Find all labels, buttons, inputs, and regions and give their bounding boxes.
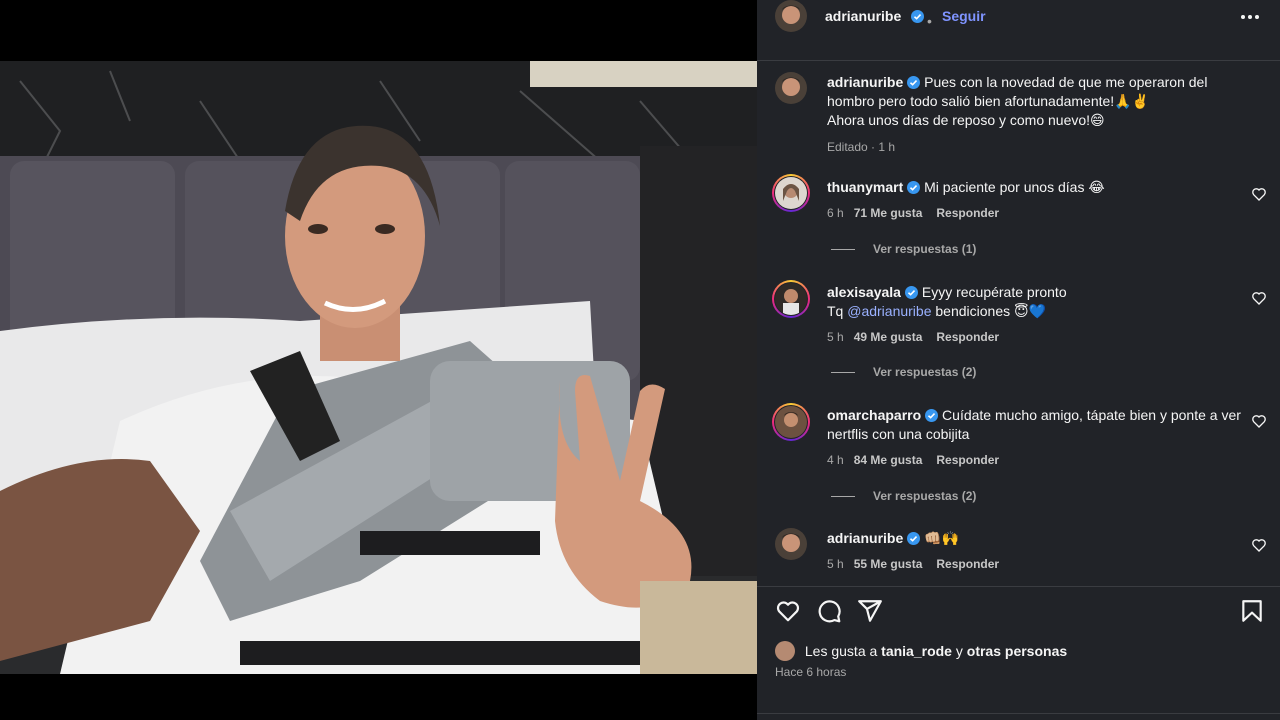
reply-button[interactable]: Responder	[936, 330, 999, 344]
comment-text: Mi paciente por unos días 😂	[924, 179, 1105, 195]
reply-divider	[831, 249, 855, 251]
comment-text: Eyyy recupérate pronto	[921, 284, 1067, 300]
verified-icon	[904, 286, 918, 299]
caption-avatar[interactable]	[775, 72, 807, 104]
reply-button[interactable]: Responder	[936, 206, 999, 220]
comment-age: 4 h	[827, 453, 844, 467]
comment-age: 5 h	[827, 557, 844, 571]
view-replies-label: Ver respuestas (1)	[873, 242, 977, 256]
liker-avatar	[775, 641, 795, 661]
post-media[interactable]	[0, 0, 757, 720]
add-comment-area[interactable]	[757, 713, 1280, 720]
share-icon[interactable]	[857, 598, 883, 624]
reply-divider	[831, 372, 855, 374]
verified-icon	[911, 10, 924, 23]
comment-like-count[interactable]: 84 Me gusta	[854, 453, 923, 467]
comment-item: thuanymart Mi paciente por unos días 😂 6…	[827, 178, 1247, 223]
comment-item: omarchaparro Cuídate mucho amigo, tápate…	[827, 406, 1247, 470]
comment-heart-icon[interactable]	[1251, 290, 1267, 306]
comment-text: 👊🏼🙌	[924, 530, 960, 546]
post-detail-panel: adrianuribe • Seguir adrianuribe Pues co…	[757, 0, 1280, 720]
comment-username[interactable]: adrianuribe	[827, 530, 903, 546]
caption-meta: Editado · 1 h	[827, 140, 896, 154]
comment-meta: 6 h 71 Me gusta Responder	[827, 204, 1247, 223]
comment-age: 6 h	[827, 206, 844, 220]
post-header: adrianuribe • Seguir	[757, 0, 1280, 61]
comment-meta: 4 h 84 Me gusta Responder	[827, 451, 1247, 470]
reply-divider	[831, 496, 855, 498]
more-options-icon[interactable]	[1235, 4, 1265, 30]
comment-icon[interactable]	[816, 598, 842, 624]
comment-meta: 5 h 55 Me gusta Responder	[827, 555, 1247, 574]
likes-summary[interactable]: Les gusta a tania_rode y otras personas	[775, 641, 1067, 661]
likes-joiner: y	[955, 643, 963, 659]
comment-like-count[interactable]: 71 Me gusta	[854, 206, 923, 220]
comment-heart-icon[interactable]	[1251, 413, 1267, 429]
post-caption: adrianuribe Pues con la novedad de que m…	[827, 73, 1247, 157]
verified-icon	[907, 181, 921, 194]
mention-link[interactable]: @adrianuribe	[847, 303, 931, 319]
caption-line-2: Ahora unos días de reposo y como nuevo!😄	[827, 112, 1105, 128]
bookmark-icon[interactable]	[1239, 598, 1265, 624]
view-replies-button[interactable]: Ver respuestas (2)	[831, 365, 976, 379]
view-replies-label: Ver respuestas (2)	[873, 365, 977, 379]
likes-prefix: Les gusta a	[804, 643, 878, 659]
comment-meta: 5 h 49 Me gusta Responder	[827, 328, 1247, 347]
comment-item: adrianuribe 👊🏼🙌 5 h 55 Me gusta Responder	[827, 529, 1247, 574]
follow-button[interactable]: Seguir	[942, 8, 986, 24]
comment-username[interactable]: alexisayala	[827, 284, 901, 300]
view-replies-button[interactable]: Ver respuestas (1)	[831, 242, 976, 256]
verified-icon	[907, 76, 921, 89]
comment-avatar[interactable]	[775, 528, 807, 560]
header-separator: •	[927, 13, 932, 29]
author-avatar[interactable]	[775, 0, 807, 32]
author-username[interactable]: adrianuribe	[825, 8, 901, 24]
view-replies-label: Ver respuestas (2)	[873, 489, 977, 503]
comment-username[interactable]: omarchaparro	[827, 407, 921, 423]
comment-avatar[interactable]	[772, 280, 810, 318]
caption-username[interactable]: adrianuribe	[827, 74, 903, 90]
post-actions: Les gusta a tania_rode y otras personas …	[757, 586, 1280, 720]
comment-like-count[interactable]: 55 Me gusta	[854, 557, 923, 571]
view-replies-button[interactable]: Ver respuestas (2)	[831, 489, 976, 503]
reply-button[interactable]: Responder	[936, 557, 999, 571]
heart-icon[interactable]	[775, 598, 801, 624]
comment-username[interactable]: thuanymart	[827, 179, 903, 195]
post-time: Hace 6 horas	[775, 665, 847, 679]
liker-username[interactable]: tania_rode	[881, 643, 952, 659]
comment-like-count[interactable]: 49 Me gusta	[854, 330, 923, 344]
verified-icon	[925, 409, 939, 422]
comment-text: bendiciones 😇💙	[935, 303, 1047, 319]
comment-age: 5 h	[827, 330, 844, 344]
likes-others[interactable]: otras personas	[967, 643, 1067, 659]
comment-heart-icon[interactable]	[1251, 186, 1267, 202]
comment-item: alexisayala Eyyy recupérate pronto Tq @a…	[827, 283, 1247, 347]
verified-icon	[907, 532, 921, 545]
comment-heart-icon[interactable]	[1251, 537, 1267, 553]
post-photo	[0, 61, 757, 674]
comment-avatar[interactable]	[772, 403, 810, 441]
comment-text: Tq	[827, 303, 844, 319]
reply-button[interactable]: Responder	[936, 453, 999, 467]
comment-avatar[interactable]	[772, 174, 810, 212]
